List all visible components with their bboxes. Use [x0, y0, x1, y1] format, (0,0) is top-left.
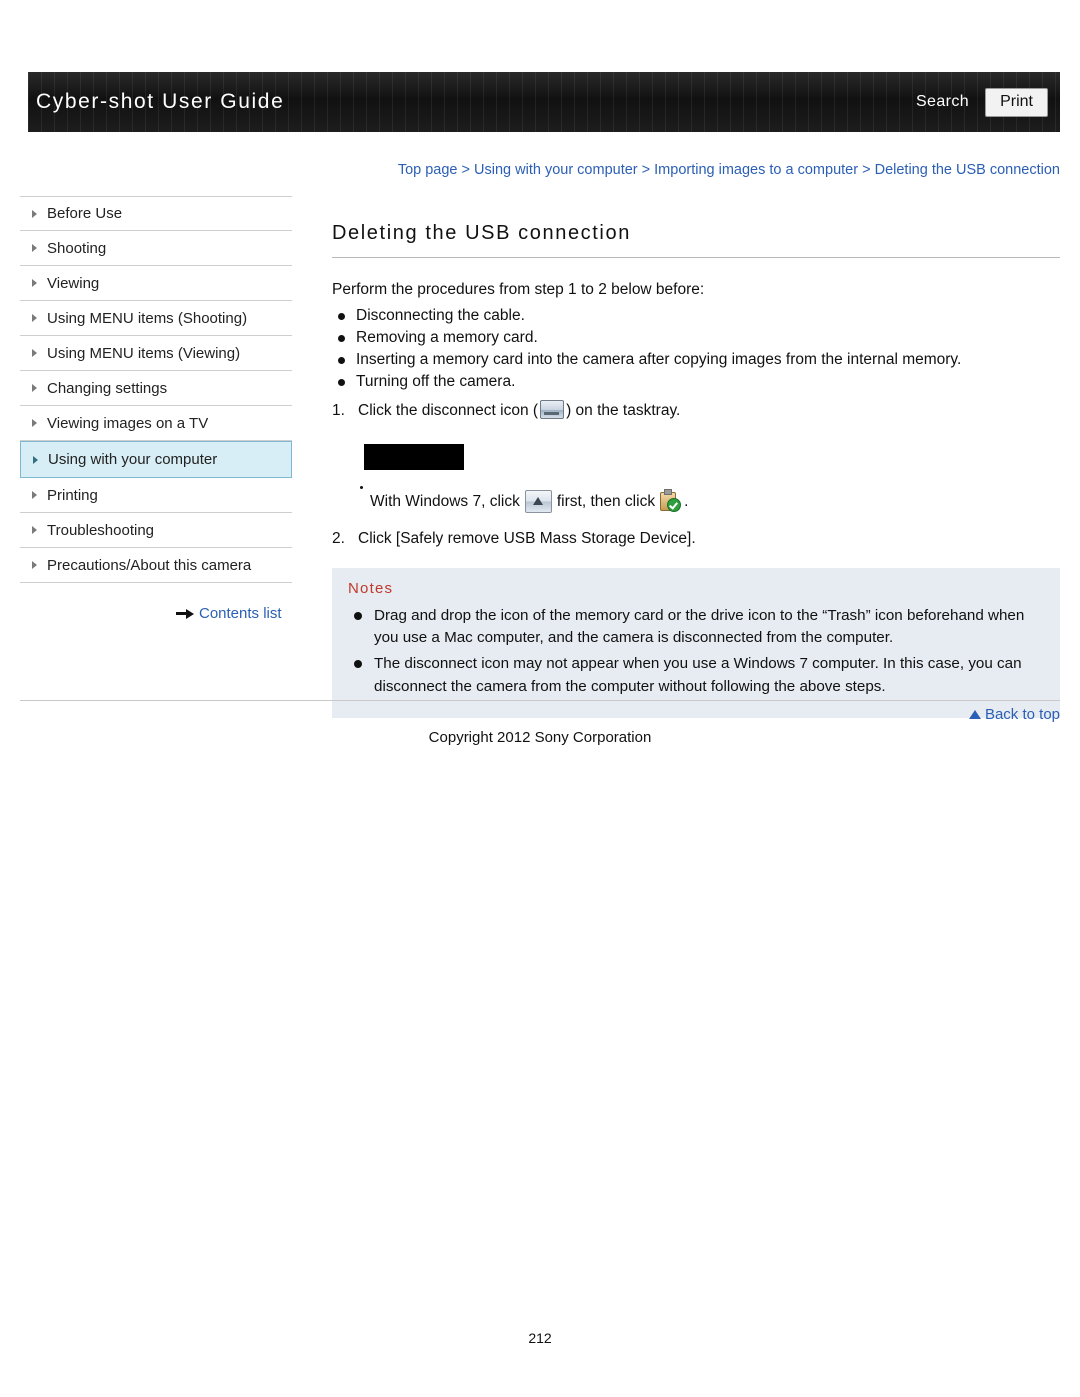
sidebar-item-label: Using MENU items (Viewing) — [47, 344, 241, 362]
app-title: Cyber-shot User Guide — [36, 90, 285, 113]
sidebar-item-using-menu-items-shooting[interactable]: Using MENU items (Shooting) — [20, 301, 292, 336]
header-actions: Search Print — [916, 87, 1048, 117]
windows7-note-after: . — [684, 492, 689, 510]
screenshot-placeholder — [364, 444, 464, 471]
steps-list: 1. Click the disconnect icon ( ) on the t… — [332, 399, 1060, 422]
sidebar-item-label: Troubleshooting — [47, 521, 155, 539]
intro-text: Perform the procedures from step 1 to 2 … — [332, 281, 705, 298]
breadcrumb-separator: > — [862, 162, 871, 178]
breadcrumb-item-using-with-your-computer[interactable]: Using with your computer — [474, 162, 638, 178]
sidebar-item-troubleshooting[interactable]: Troubleshooting — [20, 513, 292, 548]
sidebar-item-label: Using with your computer — [48, 451, 218, 468]
sidebar-item-viewing[interactable]: Viewing — [20, 266, 292, 301]
breadcrumb-item-importing-images[interactable]: Importing images to a computer — [654, 162, 858, 178]
sidebar-item-precautions-about-this-camera[interactable]: Precautions/About this camera — [20, 548, 292, 583]
sidebar-item-printing[interactable]: Printing — [20, 478, 292, 513]
chevron-right-icon — [33, 455, 38, 464]
precondition-list: Disconnecting the cable. Removing a memo… — [332, 305, 1060, 393]
windows7-note-mid: first, then click — [556, 492, 656, 510]
chevron-right-icon — [32, 314, 37, 322]
sidebar-item-label: Viewing — [47, 274, 100, 292]
back-to-top-link[interactable]: Back to top — [332, 706, 1060, 723]
list-item: Disconnecting the cable. — [332, 305, 1060, 327]
step-1-text-after: ) on the tasktray. — [566, 401, 681, 419]
windows7-note-before: With Windows 7, click — [370, 492, 520, 510]
sidebar-item-shooting[interactable]: Shooting — [20, 231, 292, 266]
list-item: Turning off the camera. — [332, 371, 1060, 393]
chevron-right-icon — [32, 491, 37, 499]
contents-list-label: Contents list — [199, 605, 282, 622]
chevron-right-icon — [32, 561, 37, 569]
chevron-right-icon — [32, 349, 37, 357]
sidebar-nav: Before Use Shooting Viewing Using MENU i… — [20, 196, 292, 622]
breadcrumb-separator: > — [641, 162, 651, 178]
step-1-text-before: Click the disconnect icon ( — [358, 401, 539, 419]
page-number: 212 — [528, 1330, 552, 1346]
chevron-right-icon — [32, 279, 37, 287]
breadcrumb-item-current: Deleting the USB connection — [874, 162, 1060, 178]
sidebar-item-label: Precautions/About this camera — [47, 556, 252, 574]
step-number: 2. — [332, 530, 345, 548]
back-to-top-label: Back to top — [984, 706, 1060, 723]
breadcrumb-separator: > — [461, 162, 470, 178]
notes-title: Notes — [348, 580, 394, 598]
sidebar-item-using-menu-items-viewing[interactable]: Using MENU items (Viewing) — [20, 336, 292, 371]
sidebar-item-label: Printing — [47, 486, 98, 504]
search-link[interactable]: Search — [916, 93, 969, 111]
sidebar-item-label: Viewing images on a TV — [47, 414, 209, 432]
list-item: Drag and drop the icon of the memory car… — [348, 605, 1044, 649]
chevron-right-icon — [32, 384, 37, 392]
sidebar-item-changing-settings[interactable]: Changing settings — [20, 371, 292, 406]
breadcrumb-item-top-page[interactable]: Top page — [398, 162, 458, 178]
breadcrumb: Top page > Using with your computer > Im… — [332, 162, 1060, 178]
sidebar-item-label: Using MENU items (Shooting) — [47, 309, 248, 327]
show-hidden-icons-icon — [524, 490, 552, 514]
sidebar-item-label: Changing settings — [47, 379, 168, 397]
chevron-right-icon — [32, 209, 37, 218]
page-title: Deleting the USB connection — [332, 222, 1060, 258]
step-2: 2. Click [Safely remove USB Mass Storage… — [332, 527, 1060, 550]
windows7-note: With Windows 7, click first, then click … — [360, 486, 1060, 514]
copyright-text: Copyright 2012 Sony Corporation — [428, 729, 652, 746]
contents-list-link[interactable]: Contents list — [176, 605, 292, 622]
chevron-right-icon — [32, 244, 37, 252]
sidebar-item-label: Before Use — [47, 205, 123, 222]
disconnect-icon — [540, 399, 565, 419]
sidebar-item-label: Shooting — [47, 239, 107, 257]
sidebar-item-before-use[interactable]: Before Use — [20, 196, 292, 231]
list-item: Inserting a memory card into the camera … — [332, 349, 1060, 371]
chevron-right-icon — [32, 419, 37, 427]
sidebar-item-viewing-images-on-a-tv[interactable]: Viewing images on a TV — [20, 406, 292, 441]
step-text: Click [Safely remove USB Mass Storage De… — [358, 530, 696, 548]
bullet-dot-icon — [360, 486, 363, 490]
notes-box: Notes Drag and drop the icon of the memo… — [332, 568, 1060, 718]
chevron-right-icon — [32, 526, 37, 534]
list-item: Removing a memory card. — [332, 327, 1060, 349]
step-number: 1. — [332, 401, 345, 419]
safely-remove-hardware-icon — [658, 489, 682, 513]
print-button[interactable]: Print — [985, 87, 1048, 117]
triangle-up-icon — [968, 710, 981, 719]
step-text: Click the disconnect icon ( ) on the task… — [358, 399, 680, 422]
list-item: The disconnect icon may not appear when … — [348, 653, 1044, 697]
step-1: 1. Click the disconnect icon ( ) on the t… — [332, 399, 1060, 422]
footer-divider — [20, 700, 1060, 701]
page-header: Cyber-shot User Guide Search Print — [28, 72, 1060, 132]
sidebar-item-using-with-your-computer[interactable]: Using with your computer — [20, 441, 292, 478]
arrow-right-icon — [176, 608, 194, 619]
notes-list: Drag and drop the icon of the memory car… — [348, 605, 1044, 697]
main-content: Deleting the USB connection Perform the … — [332, 196, 1060, 718]
